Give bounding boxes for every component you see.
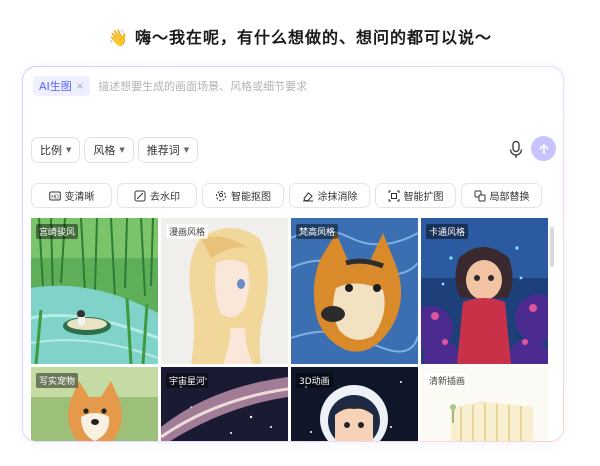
mode-tag-label: AI生图 [39, 80, 72, 93]
erase-label: 涂抹消除 [317, 192, 358, 203]
replace-icon [474, 190, 485, 201]
caret-down-icon: ▼ [183, 146, 190, 154]
ratio-label: 比例 [40, 144, 62, 157]
style-dropdown[interactable]: 风格 ▼ [84, 137, 134, 163]
replace-label: 局部替换 [489, 192, 530, 203]
gallery-tile[interactable]: 3D动画 [291, 367, 418, 441]
gallery-tile-label: 3D动画 [296, 373, 333, 388]
cartoon-girl-image [421, 218, 548, 364]
ghibli-river-image [31, 218, 158, 364]
eraser-icon [302, 191, 313, 201]
gallery-tile-label: 宫崎骏风 [36, 224, 79, 239]
gallery-tile[interactable]: 梵高风格 [291, 218, 418, 364]
cutout-button[interactable]: 智能抠图 [202, 183, 284, 208]
gallery-tile-label: 梵高风格 [296, 224, 339, 239]
expand-label: 智能扩图 [403, 192, 444, 203]
headline: 👋 嗨～我在呢，有什么想做的、想问的都可以说～ [0, 24, 600, 48]
scrollbar[interactable] [550, 227, 554, 267]
remove-watermark-label: 去水印 [150, 192, 180, 203]
van-gogh-dog-image [291, 218, 418, 364]
gallery-tile[interactable]: 宇宙星河 [161, 367, 288, 441]
gallery-tile-label: 卡通风格 [426, 224, 469, 239]
enhance-label: 变清晰 [64, 192, 95, 203]
expand-button[interactable]: 智能扩图 [375, 183, 456, 208]
microphone-icon[interactable] [507, 140, 525, 160]
send-button[interactable] [531, 136, 556, 161]
caret-down-icon: ▼ [119, 146, 125, 154]
ratio-dropdown[interactable]: 比例 ▼ [31, 137, 81, 163]
mode-tag[interactable]: AI生图 × [33, 76, 91, 96]
close-icon[interactable]: × [76, 81, 84, 92]
erase-button[interactable]: 涂抹消除 [289, 183, 370, 208]
prompt-input[interactable] [98, 79, 553, 93]
suggestion-label: 推荐词 [146, 144, 180, 157]
enhance-button[interactable]: HD 变清晰 [31, 183, 112, 208]
caret-down-icon: ▼ [66, 146, 72, 154]
gallery-tile[interactable]: 宫崎骏风 [31, 218, 158, 364]
hd-icon: HD [48, 191, 61, 200]
cutout-label: 智能抠图 [231, 192, 271, 203]
waving-hand-icon: 👋 [108, 28, 129, 47]
svg-text:HD: HD [51, 194, 59, 200]
option-bar: 比例 ▼ 风格 ▼ 推荐词 ▼ [31, 137, 199, 163]
prompt-row: AI生图 × [33, 76, 553, 96]
replace-button[interactable]: 局部替换 [461, 183, 542, 208]
watermark-icon [134, 190, 146, 201]
gallery-tile[interactable]: 漫画风格 [161, 218, 288, 364]
gallery-tile-label: 漫画风格 [166, 224, 209, 239]
gallery-tile-label: 写实宠物 [36, 373, 79, 388]
gallery-tile-label: 清新插画 [426, 373, 469, 388]
gallery-tile[interactable]: 卡通风格 [421, 218, 548, 364]
gallery-tile[interactable]: 写实宠物 [31, 367, 158, 441]
manga-girl-image [161, 218, 288, 364]
cutout-icon [216, 190, 226, 201]
gallery-tile-label: 宇宙星河 [166, 373, 209, 388]
prompt-card: AI生图 × 比例▼ 风格▼ 推荐词▼ HD 变清晰 去水印 [22, 66, 564, 442]
suggestion-dropdown[interactable]: 推荐词 ▼ [137, 137, 199, 163]
arrow-up-icon [539, 143, 548, 154]
expand-icon [388, 190, 399, 201]
gallery-tile[interactable]: 清新插画 [421, 367, 548, 441]
tool-bar: HD 变清晰 去水印 智能抠图 涂抹消除 智能扩图 局部替换 [31, 183, 542, 208]
headline-text: 嗨～我在呢，有什么想做的、想问的都可以说～ [134, 28, 492, 47]
remove-watermark-button[interactable]: 去水印 [117, 183, 197, 208]
style-label: 风格 [93, 144, 116, 157]
